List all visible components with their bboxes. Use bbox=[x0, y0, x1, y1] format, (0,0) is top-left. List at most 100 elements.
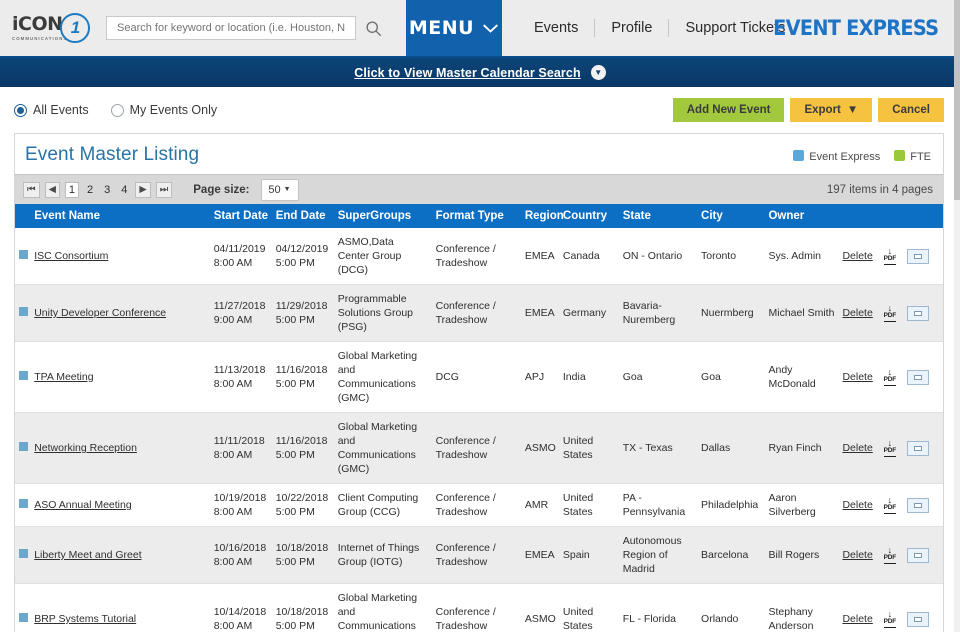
delete-link[interactable]: Delete bbox=[842, 498, 872, 512]
row-flag-cell bbox=[15, 584, 30, 632]
pager-first-button[interactable]: ⏮ bbox=[23, 181, 40, 198]
delete-link[interactable]: Delete bbox=[842, 548, 872, 562]
page-title: Event Master Listing bbox=[25, 144, 200, 165]
column-region[interactable]: Region bbox=[520, 204, 564, 228]
page-size-label: Page size: bbox=[193, 183, 250, 196]
cell-region: EMEA bbox=[524, 250, 555, 262]
pager-last-button[interactable]: ⏭ bbox=[155, 181, 173, 198]
pager-prev-button[interactable]: ◀ bbox=[44, 181, 60, 198]
cell-format-type: DCG bbox=[435, 371, 459, 383]
cell-city: Nuermberg bbox=[701, 307, 754, 319]
column-supergroups[interactable]: SuperGroups bbox=[333, 204, 432, 228]
delete-link[interactable]: Delete bbox=[842, 612, 872, 626]
screen-preview-icon[interactable] bbox=[906, 611, 929, 627]
radio-all-events[interactable]: All Events bbox=[14, 103, 89, 117]
radio-my-events-only-indicator[interactable] bbox=[110, 103, 124, 117]
screen-preview-icon[interactable] bbox=[906, 369, 929, 385]
pdf-download-icon[interactable]: ↓ PDF bbox=[880, 610, 900, 628]
pager-page-1[interactable]: 1 bbox=[64, 181, 79, 198]
delete-link[interactable]: Delete bbox=[842, 441, 872, 455]
screen-preview-icon[interactable] bbox=[906, 305, 929, 321]
pdf-download-icon[interactable]: ↓ PDF bbox=[880, 439, 900, 457]
radio-my-events-only[interactable]: My Events Only bbox=[110, 103, 217, 117]
cell-start-date: 10/16/2018 8:00 AM bbox=[213, 542, 267, 568]
column-end-date[interactable]: End Date bbox=[271, 204, 334, 228]
delete-link[interactable]: Delete bbox=[842, 249, 872, 263]
column-owner[interactable]: Owner bbox=[764, 204, 839, 228]
logo-text: iCON bbox=[12, 13, 63, 35]
page-scrollbar[interactable] bbox=[954, 0, 960, 632]
column-state[interactable]: State bbox=[618, 204, 698, 228]
screen-preview-icon[interactable] bbox=[906, 248, 929, 264]
table-row[interactable]: ASO Annual Meeting 10/19/2018 8:00 AM 10/22… bbox=[15, 483, 943, 527]
event-name-link[interactable]: Networking Reception bbox=[34, 442, 137, 454]
screen-preview-icon[interactable] bbox=[906, 547, 929, 563]
cell-owner: Aaron Silverberg bbox=[768, 492, 816, 518]
table-row[interactable]: TPA Meeting 11/13/2018 8:00 AM 11/16/2018 5:… bbox=[15, 341, 943, 413]
cancel-button[interactable]: Cancel bbox=[878, 98, 944, 122]
search-input[interactable] bbox=[115, 21, 347, 35]
cell-country: Germany bbox=[562, 307, 607, 319]
cell-supergroups: ASMO,Data Center Group (DCG) bbox=[337, 236, 402, 276]
cell-event-name: TPA Meeting bbox=[30, 342, 210, 413]
event-name-link[interactable]: ISC Consortium bbox=[34, 250, 108, 262]
cell-state: Goa bbox=[622, 371, 643, 383]
pdf-download-icon[interactable]: ↓ PDF bbox=[880, 247, 900, 265]
column-format-type[interactable]: Format Type bbox=[431, 204, 521, 228]
nav-item-events[interactable]: Events bbox=[518, 19, 594, 37]
table-row[interactable]: ISC Consortium 04/11/2019 8:00 AM 04/12/201… bbox=[15, 228, 943, 285]
column-start-date[interactable]: Start Date bbox=[209, 204, 272, 228]
export-button[interactable]: Export ▼ bbox=[790, 98, 873, 122]
cell-region: AMR bbox=[524, 499, 549, 511]
pdf-download-icon[interactable]: ↓ PDF bbox=[880, 304, 900, 322]
add-new-event-button[interactable]: Add New Event bbox=[672, 98, 785, 122]
logo[interactable]: iCON COMMUNICATIONS 1 bbox=[0, 13, 100, 43]
pdf-download-icon[interactable]: ↓ PDF bbox=[880, 368, 900, 386]
page-size-select[interactable]: 50 ▼ bbox=[260, 178, 299, 201]
cell-owner: Andy McDonald bbox=[768, 364, 816, 390]
items-count: 197 items in 4 pages bbox=[826, 183, 933, 196]
master-calendar-search-link[interactable]: Click to View Master Calendar Search bbox=[354, 66, 580, 80]
column-event-name[interactable]: Event Name bbox=[30, 204, 210, 228]
cell-end-date: 10/18/2018 5:00 PM bbox=[275, 606, 329, 632]
search-box[interactable] bbox=[106, 16, 356, 40]
table-row[interactable]: Liberty Meet and Greet 10/16/2018 8:00 AM 1… bbox=[15, 526, 943, 584]
menu-button[interactable]: MENU bbox=[406, 0, 502, 56]
screen-preview-icon[interactable] bbox=[906, 497, 929, 513]
pdf-download-icon[interactable]: ↓ PDF bbox=[880, 496, 900, 514]
pager-page-3[interactable]: 3 bbox=[101, 182, 113, 198]
search-icon[interactable] bbox=[356, 14, 390, 42]
pdf-download-icon[interactable]: ↓ PDF bbox=[880, 546, 900, 564]
event-name-link[interactable]: Liberty Meet and Greet bbox=[34, 549, 141, 561]
delete-link[interactable]: Delete bbox=[842, 370, 872, 384]
event-name-link[interactable]: BRP Systems Tutorial bbox=[34, 613, 136, 625]
main-nav: Events Profile Support Tickets bbox=[518, 0, 801, 56]
screen-preview-icon[interactable] bbox=[906, 440, 929, 456]
cell-supergroups: Global Marketing and Communications (GMC… bbox=[337, 592, 418, 632]
event-name-link[interactable]: ASO Annual Meeting bbox=[34, 499, 131, 511]
radio-all-events-indicator[interactable] bbox=[14, 103, 27, 117]
chevron-down-icon[interactable]: ▼ bbox=[590, 65, 606, 80]
top-header: iCON COMMUNICATIONS 1 MENU Events Profil… bbox=[0, 0, 960, 56]
event-name-link[interactable]: TPA Meeting bbox=[34, 371, 93, 383]
row-flag-cell bbox=[15, 285, 30, 342]
table-row[interactable]: Unity Developer Conference 11/27/2018 9:00… bbox=[15, 284, 943, 342]
cell-owner: Stephany Anderson bbox=[768, 606, 814, 632]
cell-country: United States bbox=[562, 606, 594, 632]
event-name-link[interactable]: Unity Developer Conference bbox=[34, 307, 166, 319]
legend-item-fte: FTE bbox=[894, 150, 931, 163]
pager-page-2[interactable]: 2 bbox=[84, 182, 96, 198]
table-row[interactable]: Networking Reception 11/11/2018 8:00 AM 11/… bbox=[15, 412, 943, 484]
nav-item-profile[interactable]: Profile bbox=[594, 19, 668, 37]
page-scrollbar-thumb[interactable] bbox=[954, 0, 960, 200]
table-row[interactable]: BRP Systems Tutorial 10/14/2018 8:00 AM 10/… bbox=[15, 583, 943, 632]
pager-next-button[interactable]: ▶ bbox=[135, 181, 151, 198]
pdf-label: PDF bbox=[883, 448, 896, 457]
cell-owner: Ryan Finch bbox=[768, 442, 822, 454]
cell-country: United States bbox=[562, 492, 594, 518]
column-country[interactable]: Country bbox=[558, 204, 619, 228]
column-city[interactable]: City bbox=[697, 204, 765, 228]
delete-link[interactable]: Delete bbox=[842, 306, 872, 320]
pager-page-4[interactable]: 4 bbox=[118, 182, 130, 198]
cell-state: Autonomous Region of Madrid bbox=[622, 535, 682, 575]
